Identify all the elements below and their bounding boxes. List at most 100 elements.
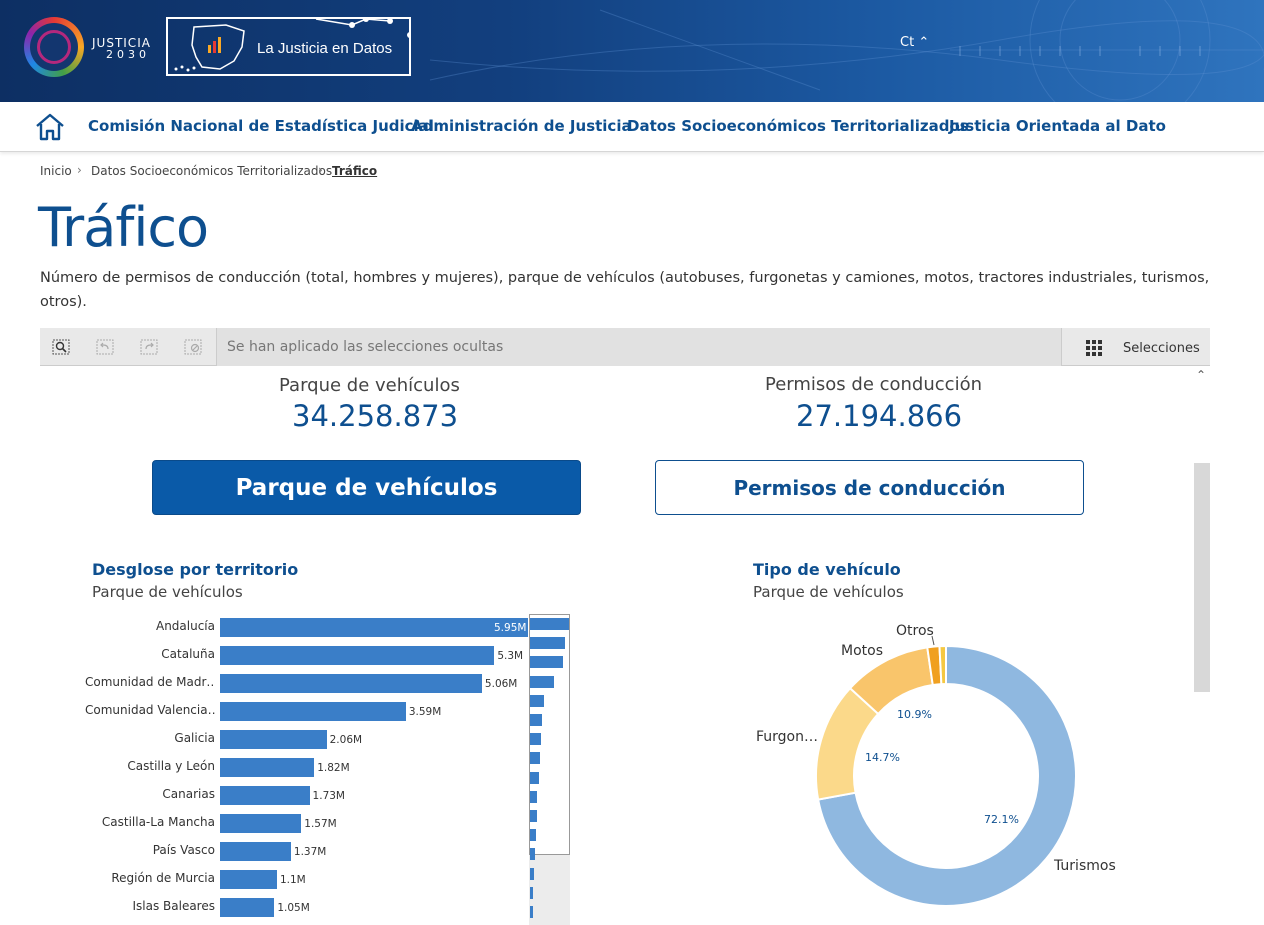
bar-value-label: 1.73M: [312, 790, 345, 802]
kpi-licenses-label: Permisos de conducción: [765, 374, 982, 395]
bar-category-label: Comunidad de Madr…: [85, 675, 215, 689]
page-title: Tráfico: [38, 196, 209, 259]
minimap-bar: [530, 829, 536, 842]
language-selector[interactable]: Ct ⌃: [900, 35, 929, 50]
nav-item-datos-socioeconomicos[interactable]: Datos Socioeconómicos Territorializados: [627, 117, 969, 135]
main-nav: Comisión Nacional de Estadística Judicia…: [0, 102, 1264, 152]
minimap-bar: [530, 694, 544, 707]
page-description: Número de permisos de conducción (total,…: [40, 270, 1210, 310]
minimap-bar: [530, 771, 539, 784]
kpi-vehicles-label: Parque de vehículos: [279, 375, 460, 396]
nav-item-comision[interactable]: Comisión Nacional de Estadística Judicia…: [88, 117, 434, 135]
kpi-licenses-value: 27.194.866: [796, 399, 963, 433]
bar[interactable]: [220, 870, 277, 889]
minimap-bar: [530, 752, 541, 765]
chevron-right-icon: ›: [318, 163, 323, 177]
minimap-bar: [530, 810, 537, 822]
scrollbar-thumb[interactable]: [1194, 463, 1210, 692]
bar[interactable]: [220, 758, 315, 777]
bar[interactable]: [220, 674, 482, 693]
licenses-tab-button[interactable]: Permisos de conducción: [655, 460, 1084, 515]
bar-category-label: Canarias: [162, 787, 215, 801]
donut-slice[interactable]: [938, 644, 947, 686]
donut-pct-turismos: 72.1%: [984, 813, 1019, 826]
bar-category-label: Castilla y León: [127, 759, 215, 773]
bar[interactable]: [220, 814, 302, 833]
bar-category-label: Comunidad Valencia…: [85, 703, 215, 717]
brand-title: La Justicia en Datos: [257, 40, 393, 57]
bar[interactable]: [220, 618, 528, 637]
bar[interactable]: [220, 842, 291, 861]
minimap-bar: [530, 618, 569, 630]
bar-chart-minimap-scroll[interactable]: [529, 855, 570, 925]
breadcrumb-datos[interactable]: Datos Socioeconómicos Territorializados: [91, 164, 332, 178]
bar-category-label: País Vasco: [152, 843, 215, 857]
minimap-bar: [530, 656, 564, 669]
bar-value-label: 1.05M: [277, 902, 310, 914]
nav-item-administracion[interactable]: Administración de Justicia: [411, 117, 632, 135]
kpi-vehicles-value: 34.258.873: [292, 399, 459, 433]
chevron-up-icon: ⌃: [918, 35, 930, 50]
bar[interactable]: [220, 786, 310, 805]
donut-label-turismos: Turismos: [1054, 858, 1116, 874]
header-banner: JUSTICIA 2030 La Justicia en Datos Ct ⌃: [0, 0, 1264, 102]
bar-category-label: Cataluña: [161, 647, 215, 661]
selections-message-text: Se han aplicado las selecciones ocultas: [227, 339, 504, 355]
bar-value-label: 5.3M: [497, 650, 524, 662]
bar-chart-title: Desglose por territorio: [92, 560, 299, 579]
donut-label-otros: Otros: [896, 623, 934, 639]
bar-chart-subtitle: Parque de vehículos: [92, 583, 243, 601]
donut-pct-furgonetas: 14.7%: [865, 751, 900, 764]
bar-category-label: Islas Baleares: [132, 899, 215, 913]
donut-slice[interactable]: [816, 644, 1077, 907]
language-label: Ct: [900, 35, 915, 50]
selections-grid-icon[interactable]: [1086, 340, 1102, 356]
bar-category-label: Castilla-La Mancha: [101, 815, 215, 829]
breadcrumb-inicio[interactable]: Inicio: [40, 164, 72, 178]
donut-chart-title: Tipo de vehículo: [753, 560, 901, 579]
bar-value-label: 1.82M: [317, 762, 350, 774]
bar[interactable]: [220, 702, 406, 721]
nav-item-justicia-orientada[interactable]: Justicia Orientada al Dato: [949, 117, 1166, 135]
donut-label-furgonetas: Furgon…: [756, 729, 818, 745]
minimap-bar: [530, 906, 533, 918]
minimap-bar: [530, 886, 534, 899]
donut-chart-subtitle: Parque de vehículos: [753, 583, 904, 601]
home-icon[interactable]: [34, 112, 66, 142]
minimap-bar: [530, 790, 538, 803]
vehicles-tab-button[interactable]: Parque de vehículos: [152, 460, 581, 515]
donut-slice[interactable]: [815, 686, 880, 801]
donut-slice[interactable]: [926, 645, 943, 687]
minimap-bar: [530, 714, 542, 726]
minimap-bar: [530, 733, 542, 746]
step-back-icon[interactable]: [96, 339, 114, 355]
step-forward-icon[interactable]: [140, 339, 158, 355]
breadcrumb-current: Tráfico: [332, 164, 378, 178]
bar-value-label: 1.57M: [304, 818, 337, 830]
donut-pct-motos: 10.9%: [897, 708, 932, 721]
minimap-bar: [530, 848, 535, 861]
smart-search-icon[interactable]: [52, 339, 70, 355]
scroll-up-icon[interactable]: ⌃: [1196, 368, 1206, 382]
bar-value-label: 5.06M: [484, 678, 518, 690]
bar-value-label: 5.95M: [494, 622, 527, 634]
bar-value-label: 1.1M: [279, 874, 306, 886]
bar-category-label: Andalucía: [155, 619, 215, 633]
bar[interactable]: [220, 646, 495, 665]
bar-value-label: 1.37M: [293, 846, 327, 858]
bar-category-label: Región de Murcia: [111, 871, 215, 885]
selections-button[interactable]: Selecciones: [1123, 341, 1200, 356]
bar[interactable]: [220, 730, 327, 749]
clear-selections-icon[interactable]: [184, 339, 202, 355]
minimap-bar: [530, 637, 565, 650]
justicia-2030-logo[interactable]: [24, 17, 84, 77]
bar[interactable]: [220, 898, 275, 917]
bar-category-label: Galicia: [174, 731, 215, 745]
bar-value-label: 2.06M: [329, 734, 363, 746]
logo-text-bottom: 2030: [106, 48, 150, 61]
selections-message: Se han aplicado las selecciones ocultas: [216, 328, 1062, 366]
bar-value-label: 3.59M: [408, 706, 442, 718]
minimap-bar: [530, 675, 554, 688]
minimap-bar: [530, 867, 534, 880]
selection-toolbar: Se han aplicado las selecciones ocultas …: [40, 328, 1210, 366]
